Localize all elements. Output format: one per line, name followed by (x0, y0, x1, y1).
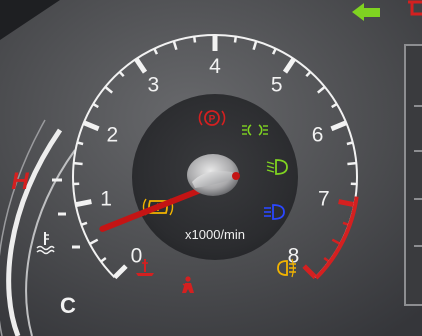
tick-label-6: 6 (312, 124, 324, 147)
major-tick (338, 199, 355, 208)
tachometer-unit-label: x1000/min (185, 227, 245, 242)
tick-label-1: 1 (100, 188, 112, 211)
tick-label-7: 7 (318, 188, 330, 211)
minor-tick (347, 161, 357, 166)
minor-tick (73, 161, 83, 166)
dashboard-panel: 0 1 2 3 4 5 6 7 8 P x1000/min H C (0, 0, 422, 336)
svg-text:P: P (209, 114, 216, 125)
major-tick (75, 199, 92, 208)
tick-label-4: 4 (209, 55, 221, 78)
tick-label-2: 2 (107, 124, 119, 147)
tick-label-0: 0 (131, 245, 143, 268)
right-display-panel (404, 44, 422, 306)
needle-pivot (232, 172, 240, 180)
temp-gauge-hot-label: H (11, 168, 29, 195)
temp-gauge-cold-label: C (60, 293, 76, 318)
instrument-cluster: 0 1 2 3 4 5 6 7 8 P x1000/min H C (0, 0, 422, 336)
tick-label-5: 5 (271, 74, 283, 97)
tick-label-3: 3 (147, 74, 159, 97)
